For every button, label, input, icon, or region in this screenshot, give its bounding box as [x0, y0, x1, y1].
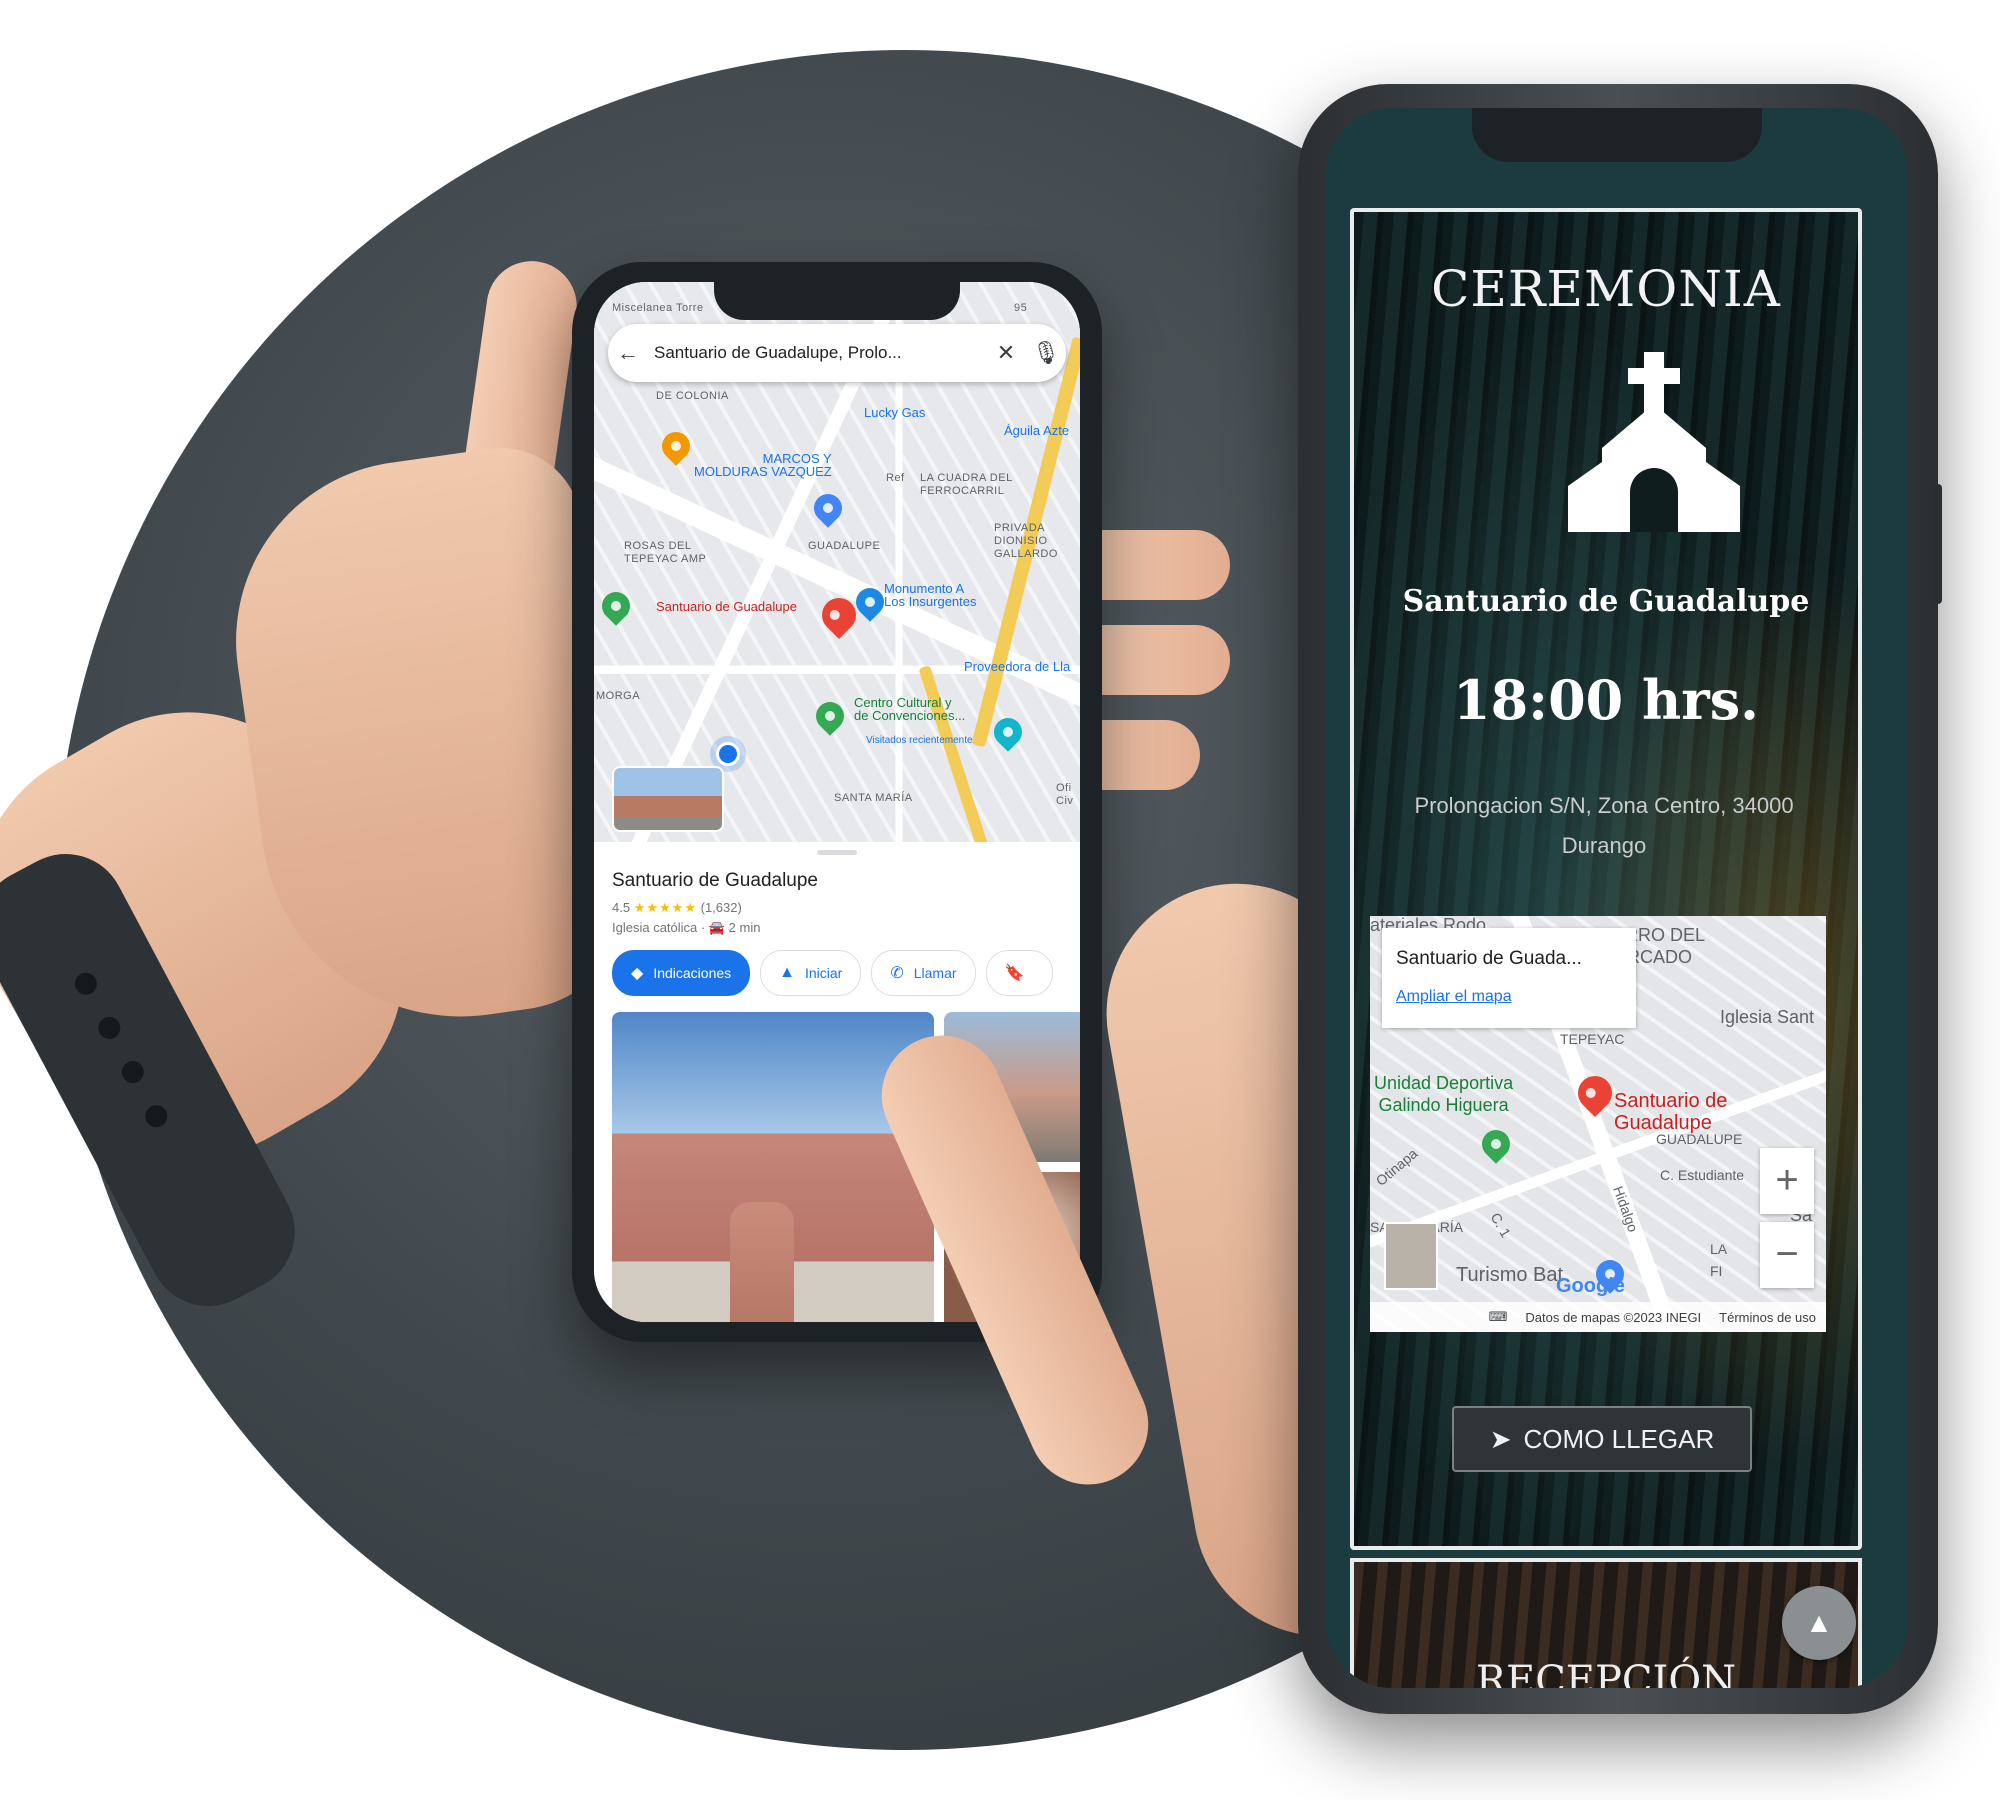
street-view-pegman-thumbnail[interactable] [1384, 1222, 1438, 1290]
place-rating: 4.5 ★★★★★ (1,632) [612, 900, 742, 916]
close-icon[interactable]: ✕ [986, 340, 1026, 366]
bookmark-icon: 🔖 [1004, 965, 1025, 982]
map-label-morga: MORGA [596, 690, 641, 702]
venue-name: Santuario de Guadalupe [1402, 584, 1810, 619]
ceremony-card: CEREMONIA Santuario de Guadalupe 18:00 h… [1350, 208, 1862, 1550]
phone-notch [714, 282, 960, 320]
save-button[interactable]: 🔖 [985, 950, 1054, 996]
embedded-map-red-pin-icon[interactable] [1570, 1068, 1620, 1118]
scroll-to-top-button[interactable]: ▲ [1782, 1586, 1856, 1660]
search-input[interactable]: Santuario de Guadalupe, Prolo... [648, 343, 986, 363]
review-count[interactable]: (1,632) [701, 900, 742, 915]
keyboard-icon[interactable]: ⌨ [1489, 1309, 1508, 1325]
car-icon: 🚘 [708, 920, 726, 935]
map-label-miscelanea: Miscelanea Torre [612, 302, 704, 314]
map-attribution-bar: ⌨ Datos de mapas ©2023 INEGI Términos de… [1370, 1302, 1826, 1332]
directions-cta-label: COMO LLEGAR [1523, 1423, 1715, 1454]
info-window-title: Santuario de Guada... [1396, 948, 1582, 969]
em-label-estudiante: C. Estudiante [1660, 1167, 1745, 1183]
map-label-visitados: Visitados recientemente [866, 735, 973, 746]
zoom-out-button[interactable]: − [1760, 1222, 1814, 1288]
map-pin-purple-icon[interactable] [808, 488, 848, 528]
navigation-icon: ▲ [779, 964, 795, 981]
em-label-la: LA FI [1710, 1241, 1728, 1279]
map-label-privada-dionisio: PRIVADA DIONISIO GALLARDO [994, 522, 1058, 560]
directions-cta-button[interactable]: ➤ COMO LLEGAR [1452, 1406, 1752, 1472]
map-pin-convention-icon[interactable] [988, 712, 1028, 752]
place-photo-main[interactable] [612, 1012, 934, 1322]
map-pin-green-icon[interactable] [596, 586, 636, 626]
map-label-cuadra: LA CUADRA DEL FERROCARRIL [920, 472, 1013, 497]
em-label-otinapa: Otinapa [1372, 1145, 1421, 1189]
church-icon [1568, 352, 1740, 532]
map-label-santuario[interactable]: Santuario de Guadalupe [656, 600, 797, 613]
drive-time: 2 min [728, 920, 761, 935]
start-button[interactable]: ▲ Iniciar [760, 950, 862, 996]
right-phone: CEREMONIA Santuario de Guadalupe 18:00 h… [1298, 84, 1942, 1714]
map-data-credit: Datos de mapas ©2023 INEGI [1525, 1309, 1702, 1325]
current-location-icon [716, 742, 740, 766]
em-label-c1: C. 1 [1487, 1209, 1515, 1241]
directions-button[interactable]: ◆ Indicaciones [612, 950, 751, 996]
rating-stars-icon: ★★★★★ [633, 900, 697, 915]
ceremony-time: 18:00 hrs. [1453, 668, 1759, 732]
map-label-santa-maria: SANTA MARÍA [834, 792, 913, 804]
street-view-thumbnail[interactable] [612, 766, 724, 832]
enlarge-map-link[interactable]: Ampliar el mapa [1396, 988, 1512, 1006]
action-chips: ◆ Indicaciones ▲ Iniciar ✆ Llamar 🔖 [612, 950, 1054, 996]
place-title: Santuario de Guadalupe [612, 870, 818, 891]
map-label-colonia: DE COLONIA [656, 390, 729, 402]
map-label-proveedora[interactable]: Proveedora de Lla [964, 660, 1070, 673]
maps-search-bar[interactable]: ← Santuario de Guadalupe, Prolo... ✕ 🎙 [608, 324, 1066, 382]
embedded-map[interactable]: ateriales Rodo CERRO DEL MERCADO Iglesia… [1370, 916, 1826, 1332]
map-label-guadalupe: GUADALUPE [808, 540, 881, 552]
map-pin-park-icon[interactable] [810, 696, 850, 736]
map-label-centro-cultural[interactable]: Centro Cultural y de Convenciones... [854, 696, 965, 722]
side-button [1934, 484, 1942, 604]
section-title: CEREMONIA [1431, 260, 1781, 318]
terms-link[interactable]: Términos de uso [1719, 1310, 1816, 1325]
place-type: Iglesia católica · 🚘 2 min [612, 920, 761, 935]
map-info-window[interactable]: Santuario de Guada... Ampliar el mapa [1382, 928, 1636, 1028]
map-label-battery: 95 [1014, 302, 1028, 314]
phone-notch-right [1472, 108, 1762, 162]
map-label-rosas: ROSAS DEL TEPEYAC AMP [624, 540, 707, 565]
em-label-guadalupe: GUADALUPE [1656, 1131, 1743, 1147]
map-label-marcos[interactable]: MARCOS Y MOLDURAS VAZQUEZ [694, 452, 832, 478]
map-label-aguila[interactable]: Águila Azte [1004, 424, 1069, 437]
place-category: Iglesia católica [612, 920, 698, 935]
right-phone-screen: CEREMONIA Santuario de Guadalupe 18:00 h… [1326, 108, 1908, 1688]
phone-icon: ✆ [890, 965, 904, 982]
church-tower-photo [730, 1202, 794, 1322]
em-label-turismo[interactable]: Turismo Bat [1456, 1264, 1563, 1286]
map-pin-orange-icon[interactable] [656, 426, 696, 466]
zoom-in-button[interactable]: + [1760, 1148, 1814, 1214]
venue-address: Prolongacion S/N, Zona Centro, 34000 Dur… [1414, 793, 1794, 858]
microphone-icon[interactable]: 🎙 [1026, 340, 1066, 366]
triangle-up-icon: ▲ [1805, 1607, 1833, 1638]
embedded-map-park-pin-icon[interactable] [1476, 1124, 1516, 1164]
directions-icon: ◆ [631, 965, 644, 982]
google-logo: Google [1556, 1275, 1625, 1297]
rating-value: 4.5 [612, 900, 631, 915]
location-arrow-icon: ➤ [1489, 1423, 1512, 1454]
map-label-rail: Ref [886, 472, 905, 484]
back-arrow-icon[interactable]: ← [608, 340, 648, 366]
map-label-ofi: Ofi Civ [1056, 782, 1074, 807]
em-label-unidad[interactable]: Unidad Deportiva Galindo Higuera [1374, 1072, 1513, 1116]
em-label-iglesia: Iglesia Sant [1720, 1007, 1815, 1027]
map-label-lucky-gas[interactable]: Lucky Gas [864, 406, 925, 419]
em-label-tepeyac: TEPEYAC [1560, 1031, 1625, 1047]
em-label-hidalgo: Hidalgo [1610, 1183, 1642, 1235]
call-button[interactable]: ✆ Llamar [871, 950, 976, 996]
map-label-monumento[interactable]: Monumento A Los Insurgentes [884, 582, 977, 608]
sheet-drag-handle[interactable] [817, 850, 857, 855]
next-section-title: RECEPCIÓN [1475, 1658, 1737, 1688]
